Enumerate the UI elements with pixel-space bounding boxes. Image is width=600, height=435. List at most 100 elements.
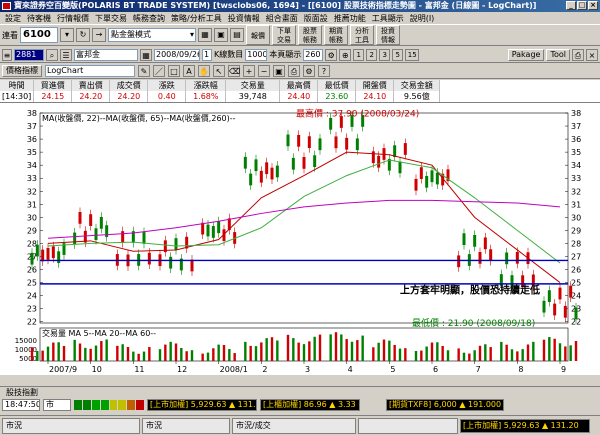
menu-item-account[interactable]: 帳務查詢: [130, 13, 168, 24]
market-tab-middle[interactable]: 市況: [142, 417, 230, 434]
index-futures-cell[interactable]: [期貨TXF8] 6,000 ▲ 191.000: [386, 399, 504, 411]
futures-account-button[interactable]: 期貨 帳務: [324, 25, 348, 45]
blank-tab[interactable]: [358, 417, 458, 434]
menu-item-help[interactable]: 說明(I): [407, 13, 438, 24]
list-icon[interactable]: ☰: [60, 48, 72, 61]
quote-header-row: 時間 買進價 賣出價 成交價 漲跌 漲跌幅 交易量 最高價 最低價 開盤價 交易…: [0, 80, 441, 91]
menu-item-layout[interactable]: 版面設: [301, 13, 331, 24]
date-input[interactable]: 2008/09/26: [154, 48, 200, 61]
preset-5-button[interactable]: 5: [392, 48, 404, 61]
quote-last: 24.20: [109, 91, 149, 102]
close-chart-icon[interactable]: ×: [586, 48, 598, 61]
volume-bar: [94, 345, 98, 361]
settings-chart-icon[interactable]: ⚙: [303, 65, 315, 77]
chart-tool-icon[interactable]: ✎: [138, 65, 150, 77]
help-icon[interactable]: ?: [318, 65, 330, 77]
mode-select[interactable]: 點金盤模式: [108, 28, 196, 42]
kline-count-input[interactable]: 1000: [245, 48, 268, 61]
price-indicator-button[interactable]: 價格指標: [2, 65, 42, 77]
preset-1-button[interactable]: 1: [353, 48, 365, 61]
candle: [46, 248, 50, 260]
refresh-icon[interactable]: ↻: [76, 28, 90, 42]
window-icon[interactable]: ▣: [214, 28, 228, 42]
zoom-in-icon[interactable]: +: [243, 65, 255, 77]
investment-info-button[interactable]: 投資 情報: [376, 25, 400, 45]
menu-item-info[interactable]: 投資情報: [225, 13, 263, 24]
col-bid: 買進價: [33, 80, 73, 91]
candle: [547, 290, 551, 302]
menu-item-quotes[interactable]: 行情報價: [54, 13, 92, 24]
candle: [206, 224, 210, 237]
market-tab-left[interactable]: 市況: [2, 417, 140, 434]
print-chart-icon[interactable]: ⎙: [288, 65, 300, 77]
index-taiex-cell[interactable]: [上市加權] 5,929.63 ▲ 131.20: [147, 399, 257, 411]
tool-button[interactable]: Tool: [546, 48, 570, 61]
analysis-tools-button[interactable]: 分析 工具: [350, 25, 374, 45]
volume-bar: [569, 345, 572, 361]
y-tick-label-right: 27: [571, 252, 581, 261]
menu-item-tools[interactable]: 工具顯示: [369, 13, 407, 24]
menu-item-trade[interactable]: 下單交易: [92, 13, 130, 24]
index-otc-cell[interactable]: [上櫃加權] 86.96 ▲ 3.33: [260, 399, 360, 411]
market-select[interactable]: 市: [43, 399, 71, 411]
menu-item-combo[interactable]: 組合畫面: [263, 13, 301, 24]
maximize-button[interactable]: □: [577, 1, 587, 10]
price-chart-svg[interactable]: 38 3837 3736 3635 3534 3433 3332 3231 3130 3029 29…: [0, 103, 600, 375]
zoom-out-icon[interactable]: −: [258, 65, 270, 77]
calendar-icon[interactable]: ▦: [140, 48, 152, 61]
volume-bar: [89, 348, 92, 361]
stock-name-field[interactable]: 富邦金: [74, 48, 138, 61]
y-tick-label: 31: [27, 200, 37, 209]
drawing-line-icon[interactable]: ／: [153, 65, 165, 77]
volume-bar: [510, 349, 514, 361]
market-trade-tab[interactable]: 市況/成交: [232, 417, 356, 434]
candle: [174, 238, 178, 250]
interval-input[interactable]: 1: [202, 48, 212, 61]
y-tick-label: 33: [27, 174, 37, 183]
close-button[interactable]: ×: [588, 1, 598, 10]
function-code-input[interactable]: 6100: [20, 27, 58, 43]
preset-2-button[interactable]: 2: [366, 48, 378, 61]
drawing-square-icon[interactable]: □: [168, 65, 180, 77]
candle: [57, 251, 61, 264]
x-tick-label: 10: [92, 365, 102, 374]
bottom-index-cell[interactable]: [上市加權] 5,929.63 ▲ 131.20: [460, 418, 590, 433]
candle: [249, 173, 253, 186]
eraser-icon[interactable]: ⌫: [228, 65, 240, 77]
volume-bar: [217, 344, 220, 361]
x-tick-label: 2007/9: [49, 365, 77, 374]
preset-15-button[interactable]: 15: [405, 48, 420, 61]
stock-code-input[interactable]: 2881: [14, 48, 44, 61]
dropdown-icon[interactable]: ▾: [60, 28, 74, 42]
volume-bar: [62, 345, 66, 361]
menu-icon[interactable]: ≡: [2, 48, 12, 61]
display-count-input[interactable]: 260: [303, 48, 324, 61]
search-icon[interactable]: ⌕: [46, 48, 58, 61]
grid-icon[interactable]: ▦: [198, 28, 212, 42]
gear-icon[interactable]: ⚙: [325, 48, 338, 61]
package-button[interactable]: Pakage: [507, 48, 545, 61]
menu-item-recommend[interactable]: 推薦功能: [331, 13, 369, 24]
print-icon[interactable]: ⎙: [572, 48, 584, 61]
stock-account-button[interactable]: 股票 帳務: [298, 25, 322, 45]
preset-3-button[interactable]: 3: [379, 48, 391, 61]
cursor-icon[interactable]: ↖: [213, 65, 225, 77]
arrow-icon[interactable]: →: [92, 28, 106, 42]
save-icon[interactable]: ▣: [273, 65, 285, 77]
lock-icon[interactable]: ▤: [230, 28, 244, 42]
menu-item-standby[interactable]: 待客機: [24, 13, 54, 24]
chart-mode-select[interactable]: LogChart: [45, 65, 135, 77]
drawing-text-icon[interactable]: A: [183, 65, 195, 77]
candle: [302, 157, 306, 169]
price-chart[interactable]: 38 38 37 37 36 36 35 35 34 34 33 33 32 32 31 31 30 30 29 29…: [0, 103, 600, 375]
minimize-button[interactable]: _: [566, 1, 576, 10]
high-price-annotation: 最高價 : 37.90 (2008/03/24): [296, 107, 419, 119]
candle: [457, 255, 461, 268]
menu-item-strategy[interactable]: 策略/分析工具: [168, 13, 225, 24]
zoom-icon[interactable]: ⊕: [339, 48, 352, 61]
hand-icon[interactable]: ✋: [198, 65, 210, 77]
quote-button[interactable]: 報價: [246, 25, 270, 45]
volume-bar: [132, 351, 135, 361]
menu-item-settings[interactable]: 設定: [2, 13, 24, 24]
order-button[interactable]: 下單 交易: [272, 25, 296, 45]
